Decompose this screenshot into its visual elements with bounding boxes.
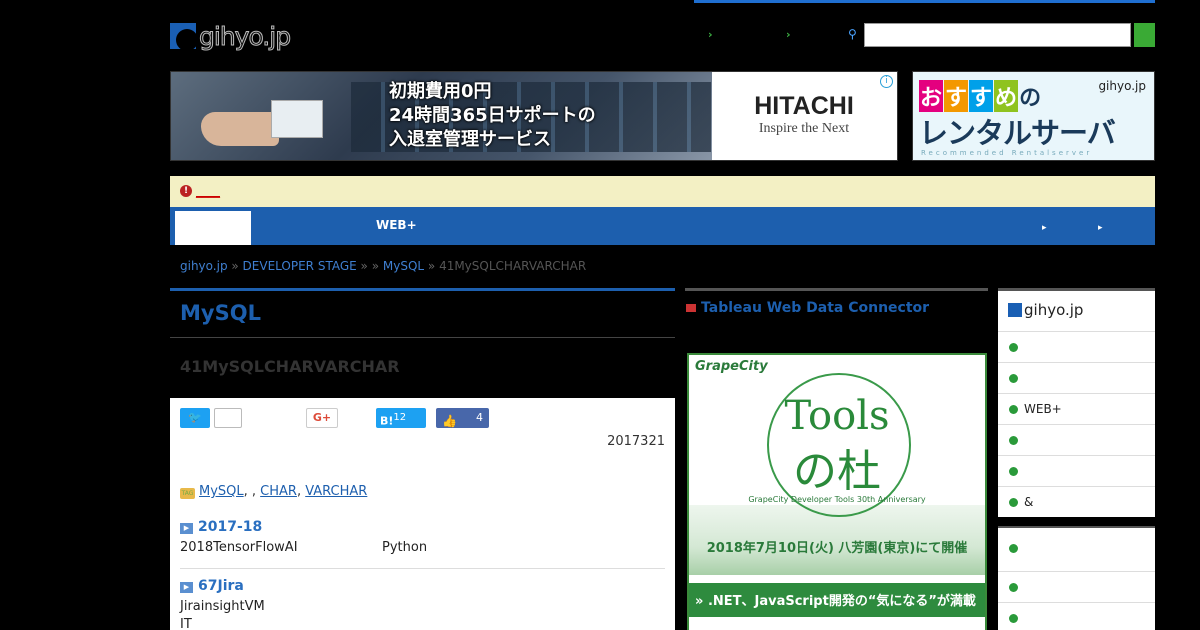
banner2-sub: Recommended Rentalserver — [921, 149, 1093, 157]
sidebar-item[interactable] — [998, 455, 1155, 486]
divider — [170, 337, 675, 338]
article-date: 2017321 — [607, 434, 665, 449]
banner-brand-tag: Inspire the Next — [758, 121, 850, 136]
search-input[interactable] — [864, 23, 1131, 47]
banner2-chip: め — [994, 80, 1019, 112]
header-link-1[interactable] — [708, 28, 716, 41]
tag-link[interactable]: VARCHAR — [305, 484, 367, 499]
banner-ad-rental-server[interactable]: おすすめの レンタルサーバ gihyo.jp Recommended Renta… — [912, 71, 1155, 161]
ad-anniversary: GrapeCity Developer Tools 30th Anniversa… — [748, 495, 926, 504]
middle-top-border — [685, 288, 988, 291]
sidebar-logo[interactable]: gihyo.jp — [1008, 301, 1083, 319]
logo-text: gihyo.jp — [198, 21, 291, 51]
article-tags: TAG MySQL, , CHAR, VARCHAR — [180, 484, 368, 499]
site-logo[interactable]: gihyo.jp — [170, 20, 312, 52]
breadcrumb-series[interactable]: MySQL — [383, 259, 424, 273]
nav-right-link-2[interactable] — [1098, 219, 1105, 233]
notice-link[interactable]: ____ — [196, 184, 220, 198]
gplus-button[interactable]: G+ — [306, 408, 338, 428]
ad-band-2 — [689, 617, 985, 630]
sidebar-menu: gihyo.jp WEB+ & — [998, 291, 1155, 517]
thumbs-up-icon: 👍 — [442, 414, 457, 428]
ad-headline-en: Tools — [784, 393, 890, 439]
tag-link[interactable]: MySQL — [199, 484, 244, 499]
nav-item-1[interactable] — [175, 211, 251, 245]
sidebar-item[interactable] — [998, 331, 1155, 362]
breadcrumb-home[interactable]: gihyo.jp — [180, 259, 228, 273]
ad-event: 2018年7月10日(火) 八芳園(東京)にて開催 — [706, 541, 968, 556]
banner2-chip-tail: の — [1019, 86, 1042, 111]
sidebar-box2-item[interactable] — [998, 571, 1155, 602]
related-article-desc: 2018TensorFlowAI — [180, 540, 298, 555]
search-button[interactable] — [1134, 23, 1155, 47]
logo-mark-icon — [170, 23, 196, 49]
ad-headline-jp: の杜 — [793, 446, 881, 497]
search-icon: ⚲ — [848, 27, 857, 41]
middle-article-link[interactable]: Tableau Web Data Connector — [686, 299, 986, 318]
nav-item-webplus[interactable]: WEB+ — [376, 218, 417, 232]
breadcrumb: gihyo.jp » DEVELOPER STAGE » » MySQL » 4… — [180, 259, 587, 273]
main-nav: WEB+ — [170, 207, 1155, 245]
twitter-icon: 🐦 — [188, 411, 202, 424]
sidebar-item[interactable] — [998, 424, 1155, 455]
hatena-label: B! — [380, 414, 394, 428]
grapecity-logo: GrapeCity — [695, 359, 768, 374]
sidebar-item-webplus[interactable]: WEB+ — [998, 393, 1155, 424]
grapecity-ad[interactable]: GrapeCity Tools の杜 GrapeCity Developer T… — [687, 353, 987, 630]
related-article-title[interactable]: 67Jira — [180, 578, 244, 594]
banner2-chip: お — [919, 80, 944, 112]
ad-band: » .NET、JavaScript開発の“気になる”が満載 — [689, 583, 985, 617]
facebook-like-count: 4 — [476, 411, 483, 424]
adchoices-info-icon[interactable]: i — [880, 75, 893, 88]
banner2-chip: す — [944, 80, 969, 112]
facebook-like-button[interactable]: 👍 4 — [436, 408, 489, 428]
sidebar-logo-text: gihyo.jp — [1024, 301, 1084, 319]
logo-mark-icon — [1008, 303, 1022, 317]
divider — [180, 568, 665, 569]
banner2-headline: レンタルサーバ — [919, 116, 1116, 150]
banner-copy-line: 入退室管理サービス — [389, 129, 551, 150]
related-article-desc-2: Python — [382, 540, 428, 555]
article-title: 41MySQLCHARVARCHAR — [180, 357, 400, 376]
banner-copy-line: 初期費用0円 — [389, 81, 492, 102]
banner2-chip: す — [969, 80, 994, 112]
related-article-desc-3: IT — [180, 617, 192, 630]
banner-copy-line: 24時間365日サポートの — [389, 105, 596, 126]
alert-icon: ! — [180, 185, 192, 197]
nav-right-link-1[interactable] — [1042, 219, 1049, 233]
banner-hand — [201, 112, 279, 146]
header-link-2[interactable] — [786, 28, 794, 41]
breadcrumb-current: 41MySQLCHARVARCHAR — [439, 259, 587, 273]
related-article-title[interactable]: 2017-18 — [180, 519, 262, 535]
series-title[interactable]: MySQL — [180, 301, 261, 325]
top-accent-bar — [694, 0, 1155, 3]
banner2-chips: おすすめの — [919, 80, 1041, 112]
sidebar-item[interactable] — [998, 362, 1155, 393]
banner-ad-hitachi[interactable]: 初期費用0円 24時間365日サポートの 入退室管理サービス HITACHI I… — [170, 71, 898, 161]
tag-link[interactable]: CHAR — [260, 484, 297, 499]
tweet-button[interactable]: 🐦 — [180, 408, 210, 428]
breadcrumb-developer-stage[interactable]: DEVELOPER STAGE — [243, 259, 357, 273]
notice-bar: ! ____ — [170, 176, 1155, 207]
ad-band-text: .NET、JavaScript開発の“気になる”が満載 — [707, 594, 976, 609]
banner-copy: 初期費用0円 24時間365日サポートの 入退室管理サービス — [389, 80, 709, 152]
sidebar-item[interactable]: & — [998, 486, 1155, 517]
banner-brand-name: HITACHI — [754, 92, 854, 120]
main-top-border — [170, 288, 675, 291]
related-article-desc: JirainsightVM — [180, 599, 265, 614]
tweet-count — [214, 408, 242, 428]
sidebar-box2-item[interactable] — [998, 602, 1155, 630]
sidebar-box-2 — [998, 528, 1155, 630]
article-body: 🐦 G+ B!12 👍 4 2017321 TAG MySQL, , CHAR, … — [170, 398, 675, 630]
hatena-count: 12 — [393, 412, 407, 423]
hatena-bookmark-button[interactable]: B!12 — [376, 408, 426, 428]
tag-icon: TAG — [180, 488, 195, 499]
banner-brand: HITACHI Inspire the Next — [729, 92, 879, 137]
banner2-logo: gihyo.jp — [1098, 79, 1146, 93]
banner-card-reader — [271, 100, 323, 138]
